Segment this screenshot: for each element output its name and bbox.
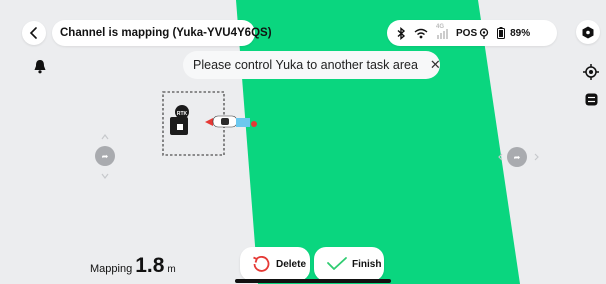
- device-settings-button[interactable]: [576, 20, 600, 44]
- layers-button[interactable]: [585, 93, 598, 111]
- bell-icon: [34, 60, 46, 74]
- signal-icon: 4G: [436, 24, 448, 39]
- mapping-value: 1.8: [135, 254, 165, 277]
- page-title: Channel is mapping (Yuka-YVU4Y6QS): [60, 27, 272, 39]
- pos-label: POS: [456, 27, 478, 39]
- battery-icon: [497, 27, 506, 39]
- gps-status: POS: [456, 28, 489, 39]
- check-icon: [327, 257, 347, 270]
- status-bar: 4G POS 89%: [387, 20, 557, 46]
- notice-text: Please control Yuka to another task area: [193, 58, 418, 72]
- home-indicator: [235, 279, 391, 283]
- wifi-icon: [414, 28, 428, 39]
- battery-percent: 89%: [510, 27, 531, 39]
- svg-text:➦: ➦: [102, 152, 109, 161]
- joystick-left-icon[interactable]: ➦: [95, 134, 115, 179]
- bluetooth-icon: [397, 26, 406, 40]
- joystick-right-icon[interactable]: ➦: [498, 147, 539, 167]
- rtk-station-icon: RTK: [170, 105, 189, 135]
- delete-button[interactable]: Delete: [240, 247, 310, 281]
- mapping-label: Mapping: [90, 263, 133, 275]
- gps-icon: [479, 27, 489, 39]
- mapping-title-pill: Channel is mapping (Yuka-YVU4Y6QS): [52, 20, 272, 46]
- rtk-label: RTK: [177, 111, 188, 117]
- delete-label: Delete: [276, 258, 307, 270]
- finish-button[interactable]: Finish: [314, 247, 384, 281]
- layers-icon: [585, 93, 598, 106]
- notice-toast: Please control Yuka to another task area…: [183, 51, 441, 79]
- svg-text:➦: ➦: [514, 153, 521, 162]
- settings-hex-icon: [582, 26, 594, 38]
- battery-status: 89%: [497, 27, 530, 39]
- mapping-distance: Mapping 1.8 m: [90, 254, 176, 278]
- notification-button[interactable]: [33, 59, 47, 79]
- locate-button[interactable]: [583, 64, 599, 85]
- back-arrow-icon: [29, 27, 37, 39]
- locate-icon: [583, 64, 599, 80]
- close-icon[interactable]: ✕: [430, 57, 441, 73]
- mapping-unit: m: [167, 264, 176, 275]
- back-button[interactable]: [22, 21, 46, 45]
- delete-icon: [253, 256, 270, 272]
- signal-label: 4G: [436, 23, 445, 30]
- finish-label: Finish: [352, 258, 382, 270]
